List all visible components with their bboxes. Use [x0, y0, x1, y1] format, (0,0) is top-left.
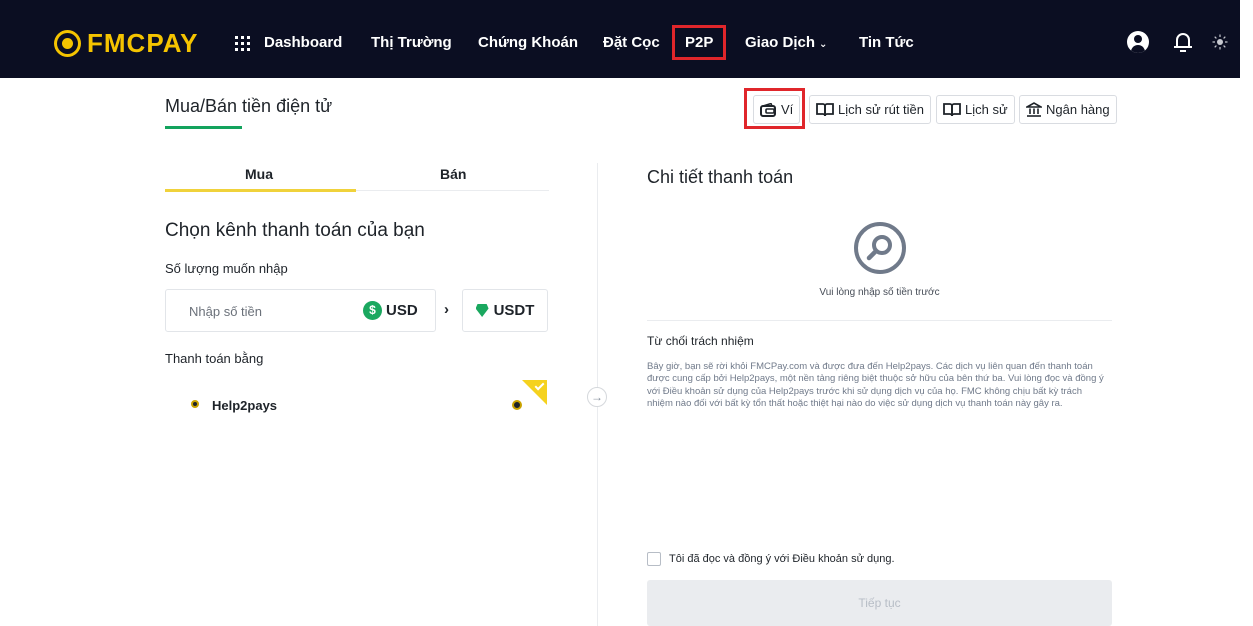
- nav-trade[interactable]: Giao Dịch ⌄: [745, 34, 827, 51]
- help2pays-logo-icon: [191, 400, 199, 408]
- amount-input[interactable]: Nhập số tiền $ USD: [165, 289, 436, 332]
- top-navbar: FMCPAY Dashboard Thị Trường Chứng Khoán …: [0, 0, 1240, 78]
- book-icon: [943, 102, 961, 116]
- title-underline: [165, 126, 242, 129]
- amount-label: Số lượng muốn nhập: [165, 261, 288, 276]
- history-label: Lịch sử: [965, 102, 1008, 117]
- help2pays-badge-icon: [512, 400, 522, 410]
- section-title: Chọn kênh thanh toán của bạn: [165, 220, 425, 241]
- tab-sell[interactable]: Bán: [440, 166, 466, 182]
- nav-stocks[interactable]: Chứng Khoán: [478, 34, 578, 51]
- wallet-button-label: Ví: [781, 102, 794, 117]
- bell-icon[interactable]: [1172, 30, 1194, 54]
- history-button[interactable]: Lịch sử: [936, 95, 1015, 124]
- arrow-right-icon: →: [587, 387, 607, 407]
- user-account-icon[interactable]: [1127, 31, 1149, 53]
- nav-p2p[interactable]: P2P: [672, 25, 727, 60]
- logo-text: FMCPAY: [87, 27, 199, 58]
- nav-dashboard[interactable]: Dashboard: [264, 34, 342, 51]
- withdraw-history-label: Lịch sử rút tiền: [838, 102, 925, 117]
- dollar-coin-icon: $: [363, 301, 382, 320]
- bank-icon: [1026, 102, 1042, 117]
- enter-amount-hint: Vui lòng nhập số tiền trước: [819, 287, 940, 298]
- wallet-icon: [760, 102, 776, 117]
- sun-icon[interactable]: [1212, 34, 1228, 50]
- chevron-right-icon: ›: [444, 301, 449, 318]
- payment-method-name: Help2pays: [212, 398, 278, 413]
- nav-news[interactable]: Tin Tức: [859, 34, 914, 51]
- grid-menu-icon[interactable]: [235, 36, 250, 51]
- to-currency-label: USDT: [493, 302, 535, 319]
- withdraw-history-button[interactable]: Lịch sử rút tiền: [809, 95, 932, 124]
- amount-placeholder: Nhập số tiền: [189, 304, 262, 319]
- search-icon: [854, 222, 906, 274]
- disclaimer-title: Từ chối trách nhiệm: [647, 334, 754, 348]
- chevron-down-icon: ⌄: [819, 39, 828, 50]
- pay-with-label: Thanh toán bằng: [165, 351, 264, 366]
- bank-label: Ngân hàng: [1046, 102, 1110, 117]
- page-title: Mua/Bán tiền điện tử: [165, 96, 333, 116]
- payment-details-title: Chi tiết thanh toán: [647, 167, 794, 187]
- wallet-button[interactable]: Ví: [753, 95, 801, 124]
- usdt-icon: [475, 304, 489, 317]
- nav-deposit[interactable]: Đặt Cọc: [603, 34, 660, 51]
- nav-market[interactable]: Thị Trường: [371, 34, 452, 51]
- nav-p2p-label: P2P: [685, 34, 714, 51]
- from-currency-label: USD: [386, 302, 418, 319]
- continue-button[interactable]: Tiếp tục: [647, 580, 1112, 626]
- to-currency[interactable]: USDT: [462, 289, 548, 332]
- tab-buy[interactable]: Mua: [245, 166, 273, 182]
- section-divider: [647, 320, 1112, 321]
- tab-buy-indicator: [165, 189, 356, 192]
- bank-button[interactable]: Ngân hàng: [1019, 95, 1117, 124]
- payment-option-help2pays[interactable]: Help2pays: [165, 380, 550, 430]
- logo-mark-icon: [54, 29, 81, 57]
- tab-divider: [356, 190, 549, 191]
- disclaimer-text: Bây giờ, bạn sẽ rời khỏi FMCPay.com và đ…: [647, 361, 1104, 409]
- from-currency[interactable]: $ USD: [363, 301, 418, 320]
- agree-checkbox[interactable]: [647, 552, 661, 566]
- agree-label[interactable]: Tôi đã đọc và đồng ý với Điều khoản sử d…: [669, 553, 895, 565]
- nav-trade-label: Giao Dịch: [745, 34, 816, 51]
- book-icon: [816, 102, 834, 116]
- fmcpay-logo[interactable]: FMCPAY: [54, 28, 198, 58]
